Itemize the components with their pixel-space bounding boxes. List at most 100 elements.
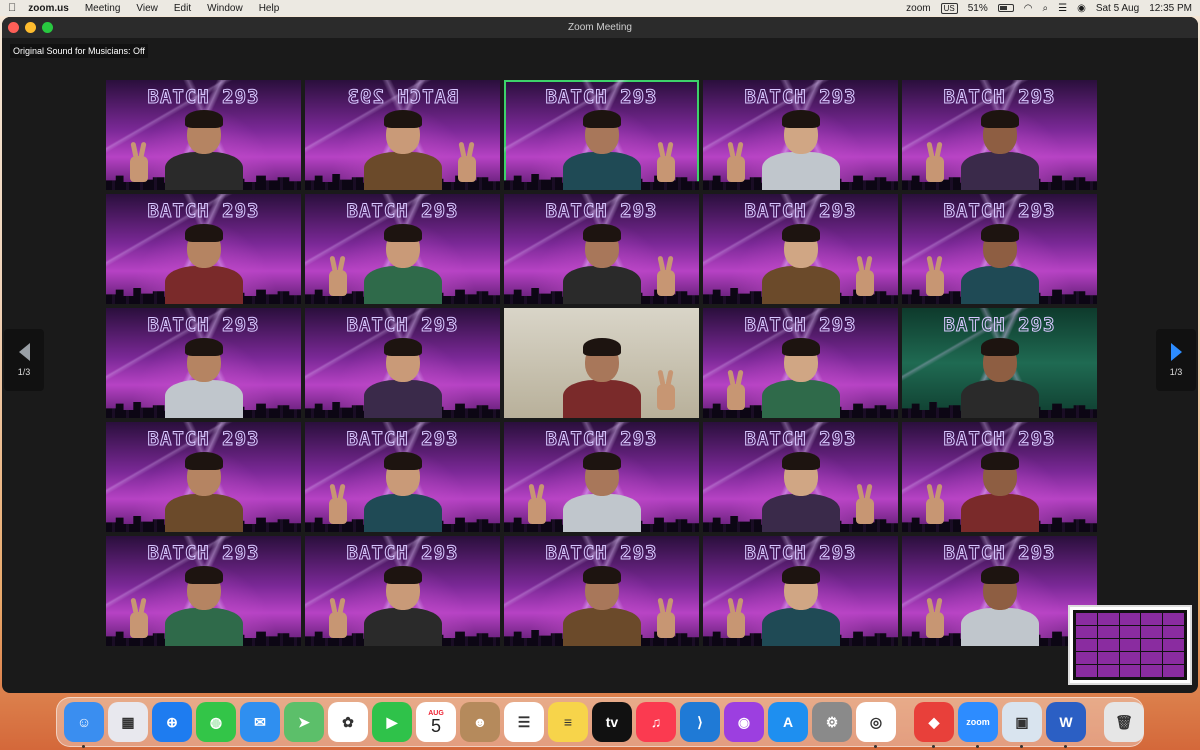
participant-video-tile[interactable]: BATCH 293	[305, 308, 500, 418]
participant-video-tile[interactable]: BATCH 293	[504, 536, 699, 646]
participant-video-tile[interactable]: BATCH 293	[305, 422, 500, 532]
system-settings-icon[interactable]: ⚙	[812, 702, 852, 742]
photos-icon[interactable]: ✿	[328, 702, 368, 742]
window-title: Zoom Meeting	[568, 22, 632, 33]
background-banner-text: BATCH 293	[346, 314, 459, 337]
menu-window[interactable]: Window	[207, 3, 243, 14]
menu-meeting[interactable]: Meeting	[85, 3, 121, 14]
facetime-icon[interactable]: ▶	[372, 702, 412, 742]
participant-avatar	[358, 336, 448, 418]
participant-video-tile[interactable]: BATCH 293	[106, 80, 301, 190]
participant-video-tile[interactable]: BATCH 293	[305, 536, 500, 646]
participant-video-tile[interactable]: BATCH 293	[902, 308, 1097, 418]
participant-video-tile[interactable]: BATCH 293	[703, 194, 898, 304]
original-sound-notice: Original Sound for Musicians: Off	[10, 44, 148, 58]
maps-icon[interactable]: ➤	[284, 702, 324, 742]
participant-avatar	[358, 222, 448, 304]
spotlight-icon[interactable]: ⌕	[1043, 3, 1049, 14]
menu-edit[interactable]: Edit	[174, 3, 191, 14]
apple-tv-icon[interactable]: tv	[592, 702, 632, 742]
participant-video-tile[interactable]: BATCH 293	[106, 422, 301, 532]
wifi-icon[interactable]: ◠	[1024, 3, 1033, 14]
thumbnail-cell	[1119, 613, 1141, 625]
thumbnail-cell	[1163, 626, 1184, 638]
menubar-time[interactable]: 12:35 PM	[1149, 3, 1192, 14]
thumbnail-cell	[1119, 652, 1141, 664]
participant-video-tile[interactable]: BATCH 293	[305, 80, 500, 190]
anydesk-icon[interactable]: ◆	[914, 702, 954, 748]
participant-video-tile[interactable]: BATCH 293	[504, 80, 699, 190]
thumbnail-cell	[1163, 665, 1184, 677]
dock-glyph: ▶	[386, 713, 398, 730]
calendar-icon[interactable]: AUG 5	[416, 702, 456, 742]
participant-video-tile[interactable]: BATCH 293	[902, 80, 1097, 190]
zoom-status-item[interactable]: zoom	[906, 3, 930, 14]
apple-menu-icon[interactable]: 	[8, 2, 16, 14]
peace-sign-hand	[130, 612, 148, 638]
control-center-icon[interactable]: ☰	[1058, 3, 1067, 14]
menu-view[interactable]: View	[136, 3, 158, 14]
participant-video-tile[interactable]: BATCH 293	[703, 308, 898, 418]
participant-avatar	[955, 222, 1045, 304]
music-icon[interactable]: ♫	[636, 702, 676, 742]
preview-icon[interactable]: ▣	[1002, 702, 1042, 748]
app-menu[interactable]: zoom.us	[28, 3, 69, 14]
launchpad-icon[interactable]: ▦	[108, 702, 148, 742]
podcasts-icon[interactable]: ◉	[724, 702, 764, 742]
menubar-date[interactable]: Sat 5 Aug	[1096, 3, 1139, 14]
chevron-left-icon	[18, 343, 30, 361]
dock-glyph: ☻	[472, 714, 488, 730]
reminders-icon[interactable]: ☰	[504, 702, 544, 742]
thumbnail-cell	[1141, 665, 1163, 677]
battery-icon[interactable]	[997, 4, 1014, 12]
previous-page-button[interactable]: 1/3	[4, 329, 44, 391]
trash-icon[interactable]: 🗑	[1104, 702, 1144, 742]
participant-video-tile[interactable]: BATCH 293	[106, 308, 301, 418]
running-indicator	[976, 745, 979, 748]
participant-video-tile[interactable]: BATCH 293	[703, 536, 898, 646]
zoom-icon[interactable]: zoom	[958, 702, 998, 748]
participant-avatar	[557, 108, 647, 190]
thumbnail-cell	[1076, 665, 1097, 677]
peace-sign-hand	[856, 498, 874, 524]
participant-video-tile[interactable]: BATCH 293	[504, 422, 699, 532]
participant-video-tile[interactable]: BATCH 293	[305, 194, 500, 304]
participant-video-tile[interactable]: BATCH 293	[703, 422, 898, 532]
siri-icon[interactable]: ◉	[1077, 3, 1086, 14]
participant-video-tile[interactable]: BATCH 293	[504, 194, 699, 304]
participant-video-tile[interactable]: BATCH 293	[902, 194, 1097, 304]
vscode-icon[interactable]: ⟩	[680, 702, 720, 742]
minimize-window-button[interactable]	[25, 22, 36, 33]
dock-glyph: ◆	[928, 713, 940, 730]
notes-icon[interactable]: ≡	[548, 702, 588, 742]
finder-icon[interactable]: ☺	[64, 702, 104, 748]
running-indicator	[82, 745, 85, 748]
participant-video-tile[interactable]: BATCH 293	[106, 194, 301, 304]
fullscreen-window-button[interactable]	[42, 22, 53, 33]
participant-video-tile[interactable]: BATCH 293	[106, 536, 301, 646]
contacts-icon[interactable]: ☻	[460, 702, 500, 742]
participant-avatar	[159, 336, 249, 418]
participant-avatar	[557, 222, 647, 304]
word-icon[interactable]: W	[1046, 702, 1086, 748]
menu-help[interactable]: Help	[259, 3, 280, 14]
thumbnail-grid	[1073, 610, 1187, 680]
background-banner-text: BATCH 293	[545, 428, 658, 451]
mail-icon[interactable]: ✉	[240, 702, 280, 742]
close-window-button[interactable]	[8, 22, 19, 33]
background-banner-text: BATCH 293	[744, 542, 857, 565]
safari-icon[interactable]: ⊕	[152, 702, 192, 742]
thumbnail-cell	[1163, 639, 1184, 651]
chrome-icon[interactable]: ◎	[856, 702, 896, 748]
participant-video-tile[interactable]: BATCH 293	[703, 80, 898, 190]
input-source[interactable]: US	[940, 2, 958, 14]
participant-video-tile[interactable]	[504, 308, 699, 418]
battery-percent: 51%	[967, 2, 988, 14]
peace-sign-hand	[657, 612, 675, 638]
self-view-thumbnail[interactable]	[1068, 605, 1192, 685]
next-page-button[interactable]: 1/3	[1156, 329, 1196, 391]
messages-icon[interactable]: ◍	[196, 702, 236, 742]
participant-avatar	[358, 108, 448, 190]
participant-video-tile[interactable]: BATCH 293	[902, 422, 1097, 532]
app-store-icon[interactable]: A	[768, 702, 808, 742]
